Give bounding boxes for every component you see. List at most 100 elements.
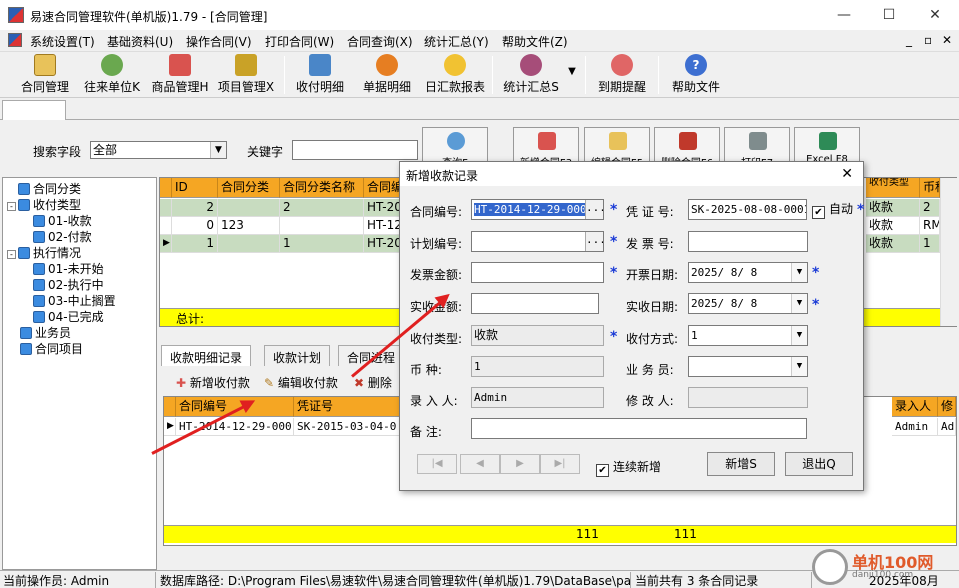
table-cell[interactable] <box>280 217 364 235</box>
close-button[interactable]: ✕ <box>912 0 958 30</box>
payment-method-select[interactable]: 1 ▼ <box>688 325 808 346</box>
table-cell[interactable]: 123 <box>218 217 280 235</box>
table-cell[interactable] <box>218 199 280 217</box>
tab-payment-plan[interactable]: 收款计划 <box>264 345 331 366</box>
next-record-button[interactable]: ▶ <box>500 454 540 474</box>
toolbar-contract-management[interactable]: 合同管理 <box>16 54 74 96</box>
chevron-down-icon[interactable]: ▼ <box>566 54 578 96</box>
column-header-category[interactable]: 合同分类 <box>218 178 280 198</box>
contract-no-field[interactable]: HT-2014-12-29-0001 ... <box>471 199 604 220</box>
auto-checkbox[interactable]: ✔ 自动 <box>812 200 853 219</box>
maximize-button[interactable]: ☐ <box>866 0 912 30</box>
column-header-contract-no[interactable]: 合同编 <box>364 178 404 198</box>
table-cell[interactable]: 1 <box>172 235 218 253</box>
menu-basic-data[interactable]: 基础资料(U) <box>107 33 173 50</box>
table-cell[interactable]: Admin <box>892 418 938 436</box>
collapse-icon[interactable]: - <box>7 250 16 259</box>
tab-contract-progress[interactable]: 合同进程 <box>338 345 405 366</box>
invoice-no-field[interactable] <box>688 231 808 252</box>
keyword-input[interactable] <box>292 140 418 160</box>
tree-node-completed[interactable]: 04-已完成 <box>33 308 104 325</box>
voucher-field[interactable]: SK-2025-08-08-0001 <box>688 199 807 220</box>
column-header-modifier[interactable]: 修 <box>938 397 956 417</box>
table-cell[interactable]: 2 <box>920 199 940 217</box>
table-cell[interactable]: Ad <box>938 418 956 436</box>
column-header-id[interactable]: ID <box>172 178 218 198</box>
note-field[interactable] <box>471 418 807 439</box>
chevron-down-icon[interactable]: ▼ <box>791 263 807 282</box>
tree-node-execution[interactable]: - 执行情况 <box>7 244 81 261</box>
received-amount-field[interactable] <box>471 293 599 314</box>
mdi-tab[interactable] <box>2 100 66 120</box>
table-cell[interactable]: HT-20 <box>364 199 404 217</box>
vertical-scrollbar[interactable] <box>940 178 957 326</box>
minimize-button[interactable]: — <box>821 0 867 30</box>
toolbar-statistics[interactable]: 统计汇总S <box>500 54 562 96</box>
table-cell[interactable]: HT-20 <box>364 235 404 253</box>
toolbar-help[interactable]: ? 帮助文件 <box>668 54 724 96</box>
search-field-select[interactable]: 全部 ▼ <box>90 141 227 159</box>
tree-node-contract-category[interactable]: 合同分类 <box>7 180 81 197</box>
mdi-close-button[interactable]: ✕ <box>942 33 952 47</box>
first-record-button[interactable]: |◀ <box>417 454 457 474</box>
continuous-add-checkbox[interactable]: ✔ 连续新增 <box>596 458 661 477</box>
table-cell[interactable] <box>218 235 280 253</box>
browse-button[interactable]: ... <box>585 232 603 251</box>
table-cell[interactable]: HT-12 <box>364 217 404 235</box>
tree-node-pay[interactable]: 02-付款 <box>33 228 92 245</box>
dialog-close-button[interactable]: ✕ <box>841 166 853 182</box>
toolbar-goods[interactable]: 商品管理H <box>148 54 212 96</box>
tab-payment-records[interactable]: 收款明细记录 <box>161 345 252 366</box>
toolbar-due-reminder[interactable]: 到期提醒 <box>594 54 650 96</box>
column-header-category-name[interactable]: 合同分类名称 <box>280 178 364 198</box>
table-cell[interactable]: RMB <box>920 217 940 235</box>
salesman-select[interactable]: ▼ <box>688 356 808 377</box>
menu-contract-ops[interactable]: 操作合同(V) <box>186 33 252 50</box>
add-payment-button[interactable]: ✚ 新增收付款 <box>176 374 250 391</box>
tree-node-payment-type[interactable]: - 收付类型 <box>7 196 81 213</box>
chevron-down-icon[interactable]: ▼ <box>791 357 807 376</box>
tree-node-receive[interactable]: 01-收款 <box>33 212 92 229</box>
collapse-icon[interactable]: - <box>7 202 16 211</box>
prev-record-button[interactable]: ◀ <box>460 454 500 474</box>
tree-node-suspended[interactable]: 03-中止搁置 <box>33 292 116 309</box>
menu-print[interactable]: 打印合同(W) <box>265 33 334 50</box>
tree-node-in-progress[interactable]: 02-执行中 <box>33 276 104 293</box>
table-cell[interactable]: 2 <box>280 199 364 217</box>
menu-query[interactable]: 合同查询(X) <box>347 33 413 50</box>
toolbar-payment-details[interactable]: 收付明细 <box>292 54 348 96</box>
plan-no-field[interactable]: ... <box>471 231 604 252</box>
table-cell[interactable]: 1 <box>920 235 940 253</box>
column-header-creator[interactable]: 录入人 <box>892 397 938 417</box>
menu-help[interactable]: 帮助文件(Z) <box>502 33 568 50</box>
mdi-restore-button[interactable]: ▫ <box>924 33 932 47</box>
invoice-amount-field[interactable] <box>471 262 604 283</box>
tree-node-contract-project[interactable]: 合同项目 <box>20 340 83 357</box>
tree-node-not-started[interactable]: 01-未开始 <box>33 260 104 277</box>
tree-node-salesman[interactable]: 业务员 <box>20 324 71 341</box>
column-header-contract-no[interactable]: 合同编号 <box>176 397 294 417</box>
toolbar-projects[interactable]: 项目管理X <box>215 54 277 96</box>
menu-statistics[interactable]: 统计汇总(Y) <box>424 33 489 50</box>
received-date-picker[interactable]: 2025/ 8/ 8 ▼ <box>688 293 808 314</box>
table-cell[interactable]: 0 <box>172 217 218 235</box>
browse-button[interactable]: ... <box>585 200 603 219</box>
toolbar-partners[interactable]: 往来单位K <box>80 54 144 96</box>
chevron-down-icon[interactable]: ▼ <box>791 326 807 345</box>
column-header-currency[interactable]: 币种 <box>920 178 940 198</box>
delete-payment-button[interactable]: ✖ 删除 <box>354 374 392 391</box>
table-cell[interactable]: 2 <box>172 199 218 217</box>
mdi-minimize-button[interactable]: _ <box>906 33 912 47</box>
toolbar-document-details[interactable]: 单据明细 <box>359 54 415 96</box>
column-header-voucher-no[interactable]: 凭证号 <box>294 397 400 417</box>
table-cell[interactable]: 收款 <box>866 235 920 253</box>
dialog-add-button[interactable]: 新增S <box>707 452 775 476</box>
table-cell[interactable]: 1 <box>280 235 364 253</box>
menu-system[interactable]: 系统设置(T) <box>30 33 95 50</box>
edit-payment-button[interactable]: ✎ 编辑收付款 <box>264 374 338 391</box>
invoice-date-picker[interactable]: 2025/ 8/ 8 ▼ <box>688 262 808 283</box>
table-cell[interactable]: 收款 <box>866 199 920 217</box>
column-header-payment-type[interactable]: 收付类型 <box>866 178 920 198</box>
table-cell[interactable]: 收款 <box>866 217 920 235</box>
toolbar-daily-report[interactable]: 日汇款报表 <box>422 54 488 96</box>
